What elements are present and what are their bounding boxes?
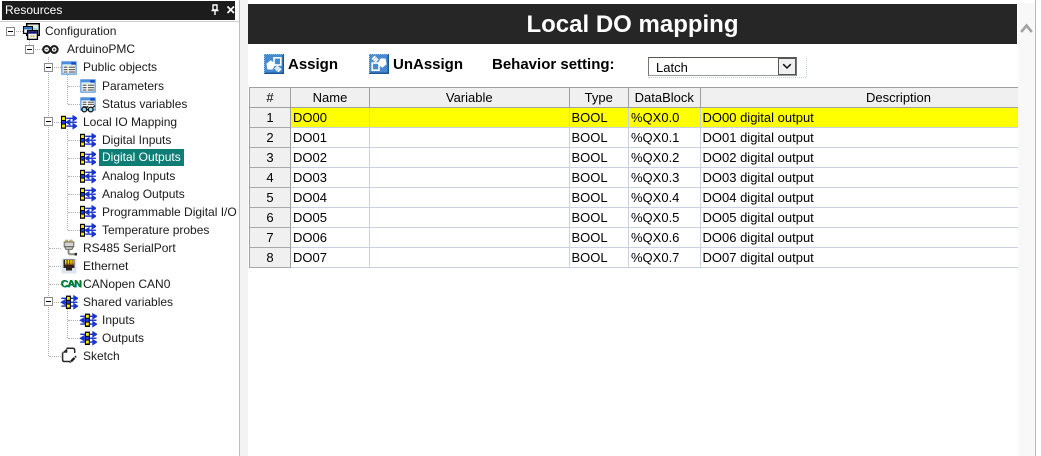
svg-text:CAN: CAN [61, 278, 81, 290]
